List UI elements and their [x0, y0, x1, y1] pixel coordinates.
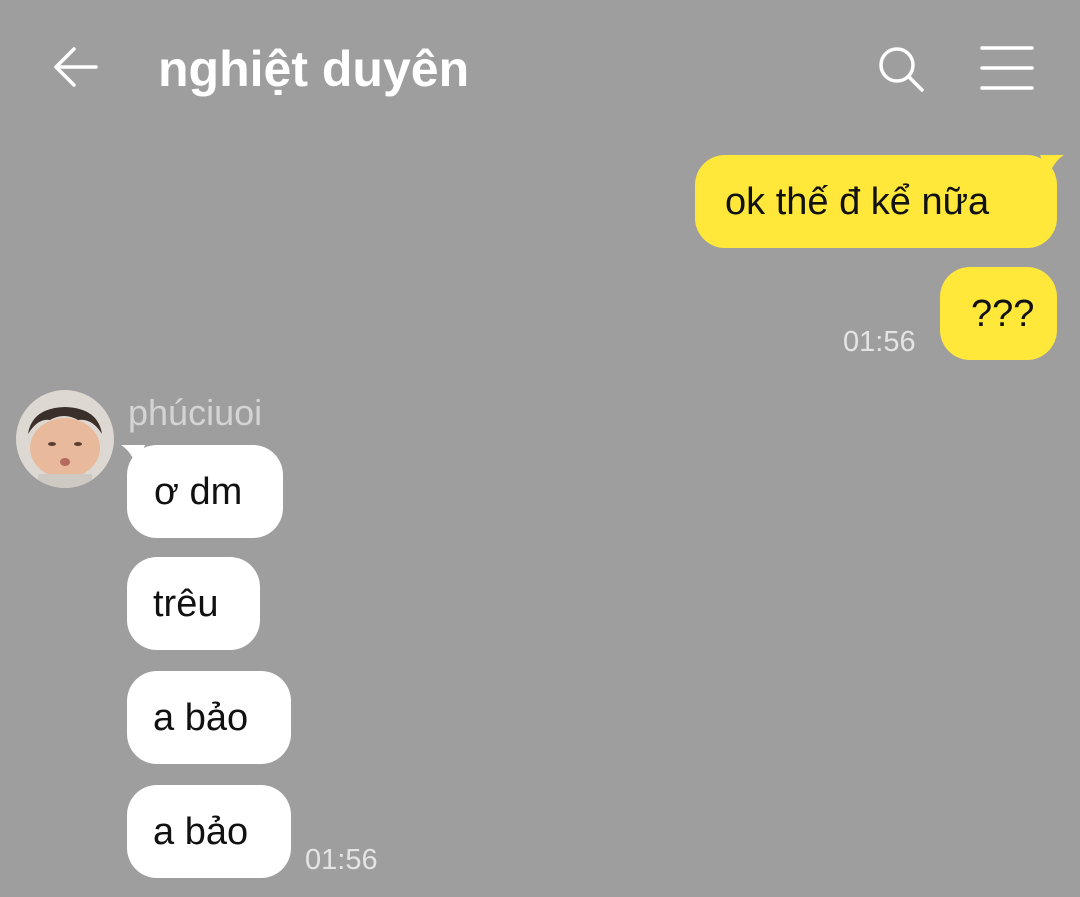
chat-title: nghiệt duyên	[158, 41, 470, 97]
message-text: ok thế đ kể nữa	[725, 181, 990, 223]
message-text: a bảo	[153, 811, 249, 853]
incoming-message[interactable]: ơ dm	[127, 445, 283, 538]
incoming-message[interactable]: a bảo	[127, 785, 291, 878]
menu-button[interactable]	[974, 38, 1040, 100]
message-text: ơ dm	[154, 471, 243, 513]
chat-header: nghiệt duyên	[0, 0, 1080, 140]
message-text: trêu	[153, 583, 219, 625]
message-text: ???	[971, 293, 1035, 335]
arrow-left-icon	[54, 47, 98, 87]
message-time: 01:56	[843, 326, 916, 358]
search-icon	[879, 47, 924, 92]
back-button[interactable]	[46, 36, 106, 96]
outgoing-message[interactable]: ???	[940, 267, 1057, 360]
incoming-message[interactable]: a bảo	[127, 671, 291, 764]
sender-name: phúciuoi	[128, 392, 263, 433]
bubble-tail	[1040, 155, 1064, 177]
menu-icon	[980, 46, 1034, 90]
sender-avatar[interactable]	[16, 390, 114, 488]
avatar-photo	[16, 390, 114, 488]
outgoing-message[interactable]: ok thế đ kể nữa	[695, 155, 1057, 248]
message-time: 01:56	[305, 844, 378, 876]
message-text: a bảo	[153, 697, 249, 739]
incoming-message[interactable]: trêu	[127, 557, 260, 650]
search-button[interactable]	[870, 38, 932, 100]
